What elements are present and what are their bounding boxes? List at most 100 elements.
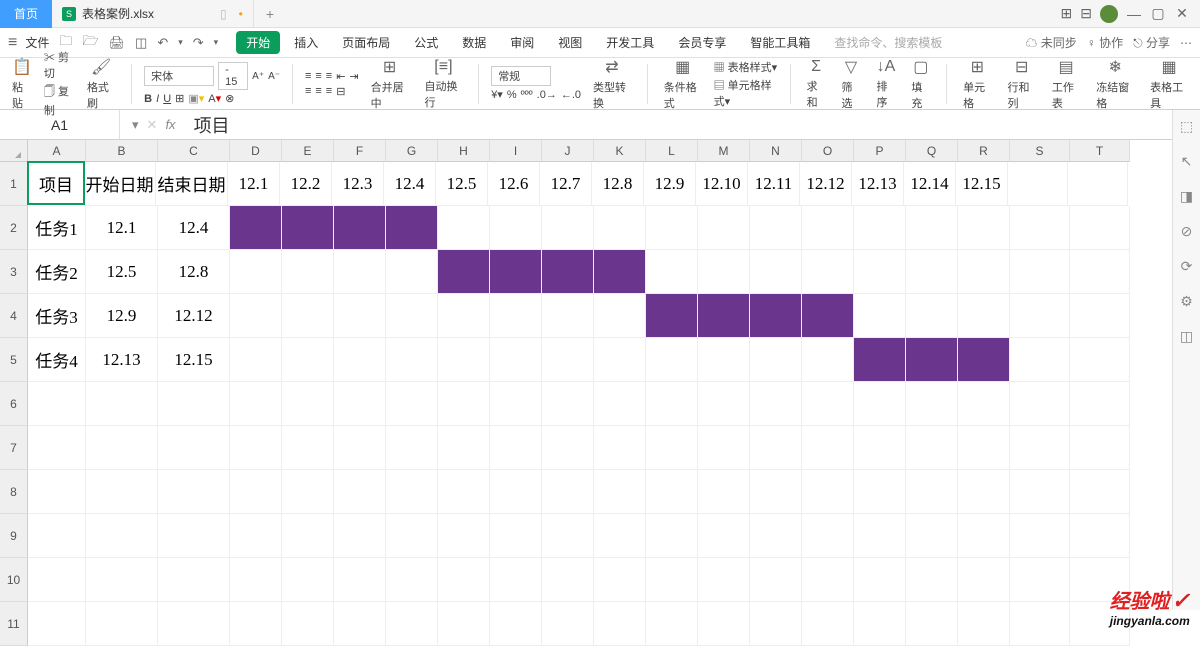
row-header-7[interactable]: 7: [0, 426, 28, 470]
cell-A4[interactable]: 任务3: [28, 294, 86, 338]
cell-H4[interactable]: [438, 294, 490, 338]
cell-D11[interactable]: [230, 602, 282, 646]
cell-I3[interactable]: [490, 250, 542, 294]
cell-N3[interactable]: [750, 250, 802, 294]
cell-F8[interactable]: [334, 470, 386, 514]
cell-M5[interactable]: [698, 338, 750, 382]
cell-N7[interactable]: [750, 426, 802, 470]
cell-I7[interactable]: [490, 426, 542, 470]
cell-I11[interactable]: [490, 602, 542, 646]
cell-N8[interactable]: [750, 470, 802, 514]
cell-K5[interactable]: [594, 338, 646, 382]
cellfmt-button[interactable]: ⊞单元格: [959, 57, 995, 111]
align-center-icon[interactable]: ≡: [315, 85, 321, 97]
file-tab[interactable]: S 表格案例.xlsx ▯ •: [52, 0, 254, 28]
cell-D10[interactable]: [230, 558, 282, 602]
tab-insert[interactable]: 插入: [284, 34, 328, 51]
cell-I6[interactable]: [490, 382, 542, 426]
col-header-J[interactable]: J: [542, 140, 594, 162]
cell-L9[interactable]: [646, 514, 698, 558]
number-format-select[interactable]: 常规: [491, 66, 551, 86]
tablestyle-button[interactable]: ▦ 表格样式▾: [714, 59, 778, 75]
cell-P11[interactable]: [854, 602, 906, 646]
cell-R8[interactable]: [958, 470, 1010, 514]
cell-A6[interactable]: [28, 382, 86, 426]
cell-L4[interactable]: [646, 294, 698, 338]
tab-review[interactable]: 审阅: [500, 34, 544, 51]
cell-L7[interactable]: [646, 426, 698, 470]
cell-L8[interactable]: [646, 470, 698, 514]
condfmt-button[interactable]: ▦ 条件格式: [660, 57, 706, 111]
cell-F10[interactable]: [334, 558, 386, 602]
cell-B1[interactable]: 开始日期: [84, 162, 156, 206]
undo-icon[interactable]: ↶: [155, 35, 170, 51]
cell-R1[interactable]: 12.15: [956, 162, 1008, 206]
cell-A3[interactable]: 任务2: [28, 250, 86, 294]
cell-J3[interactable]: [542, 250, 594, 294]
tab-formula[interactable]: 公式: [404, 34, 448, 51]
cell-F6[interactable]: [334, 382, 386, 426]
cell-C10[interactable]: [158, 558, 230, 602]
cell-O9[interactable]: [802, 514, 854, 558]
cell-G10[interactable]: [386, 558, 438, 602]
cell-R2[interactable]: [958, 206, 1010, 250]
cell-R5[interactable]: [958, 338, 1010, 382]
cell-T7[interactable]: [1070, 426, 1130, 470]
sidepanel-icon[interactable]: ◨: [1180, 188, 1193, 205]
share-button[interactable]: ⎋ 分享: [1133, 34, 1170, 51]
tab-smart[interactable]: 智能工具箱: [740, 34, 820, 51]
cell-N4[interactable]: [750, 294, 802, 338]
typeconv-button[interactable]: ⇄ 类型转换: [589, 57, 635, 111]
cell-A1[interactable]: 项目: [27, 161, 85, 205]
col-header-D[interactable]: D: [230, 140, 282, 162]
col-header-S[interactable]: S: [1010, 140, 1070, 162]
cell-H5[interactable]: [438, 338, 490, 382]
cell-Q9[interactable]: [906, 514, 958, 558]
cell-B2[interactable]: 12.1: [86, 206, 158, 250]
align-mid-icon[interactable]: ≡: [315, 70, 321, 82]
undo-dropdown-icon[interactable]: ▾: [176, 37, 185, 48]
cell-O6[interactable]: [802, 382, 854, 426]
tab-member[interactable]: 会员专享: [668, 34, 736, 51]
cell-J8[interactable]: [542, 470, 594, 514]
cell-E4[interactable]: [282, 294, 334, 338]
cell-H11[interactable]: [438, 602, 490, 646]
cell-I2[interactable]: [490, 206, 542, 250]
cell-H10[interactable]: [438, 558, 490, 602]
unsync-button[interactable]: ☁ 未同步: [1025, 34, 1076, 51]
cell-J6[interactable]: [542, 382, 594, 426]
cell-L5[interactable]: [646, 338, 698, 382]
cell-E9[interactable]: [282, 514, 334, 558]
cell-B9[interactable]: [86, 514, 158, 558]
col-header-E[interactable]: E: [282, 140, 334, 162]
cell-S11[interactable]: [1010, 602, 1070, 646]
cell-E11[interactable]: [282, 602, 334, 646]
cell-K6[interactable]: [594, 382, 646, 426]
redo-dropdown-icon[interactable]: ▾: [212, 37, 221, 48]
cell-J5[interactable]: [542, 338, 594, 382]
cell-G7[interactable]: [386, 426, 438, 470]
cell-G2[interactable]: [386, 206, 438, 250]
cell-S6[interactable]: [1010, 382, 1070, 426]
col-header-I[interactable]: I: [490, 140, 542, 162]
formatpaint-button[interactable]: 🖌 格式刷: [83, 57, 119, 111]
menu-icon[interactable]: ≡: [8, 34, 17, 52]
cell-H8[interactable]: [438, 470, 490, 514]
align-left-icon[interactable]: ≡: [305, 85, 311, 97]
cell-J11[interactable]: [542, 602, 594, 646]
cell-K10[interactable]: [594, 558, 646, 602]
cell-G1[interactable]: 12.4: [384, 162, 436, 206]
currency-icon[interactable]: ¥▾: [491, 88, 503, 101]
cell-I10[interactable]: [490, 558, 542, 602]
cell-E7[interactable]: [282, 426, 334, 470]
cell-C5[interactable]: 12.15: [158, 338, 230, 382]
col-header-H[interactable]: H: [438, 140, 490, 162]
cell-R4[interactable]: [958, 294, 1010, 338]
cell-T1[interactable]: [1068, 162, 1128, 206]
cell-C4[interactable]: 12.12: [158, 294, 230, 338]
font-color-button[interactable]: A▾: [208, 92, 221, 105]
cell-F7[interactable]: [334, 426, 386, 470]
cell-D8[interactable]: [230, 470, 282, 514]
wrap-button[interactable]: [≡] 自动换行: [420, 58, 466, 110]
font-size-select[interactable]: - 15: [218, 62, 248, 90]
